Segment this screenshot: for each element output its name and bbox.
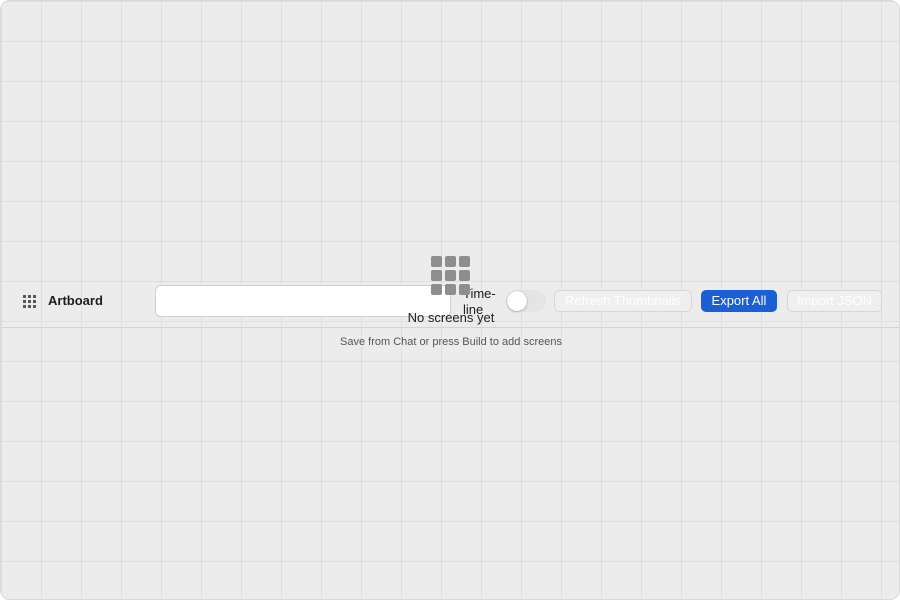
toggle-knob <box>507 291 527 311</box>
empty-state-subtitle: Save from Chat or press Build to add scr… <box>340 336 562 348</box>
grid-icon <box>23 295 36 308</box>
toolbar-divider <box>1 327 899 328</box>
empty-state-grid-icon <box>431 256 472 297</box>
app-title: Artboard <box>48 293 103 308</box>
artboard-window: Artboard Time-line Refresh Thumbnails Ex… <box>0 0 900 600</box>
empty-state-title: No screens yet <box>407 310 495 325</box>
refresh-thumbnails-button[interactable]: Refresh Thumbnails <box>554 290 692 312</box>
export-all-button[interactable]: Export All <box>701 290 777 312</box>
import-json-button[interactable]: Import JSON <box>787 290 882 312</box>
timeline-toggle[interactable] <box>506 290 546 312</box>
